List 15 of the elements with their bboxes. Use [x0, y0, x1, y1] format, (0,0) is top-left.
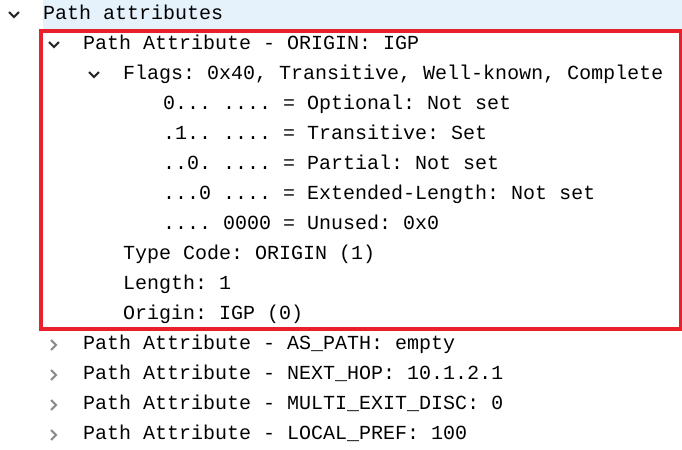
tree-item[interactable]: Path Attribute - NEXT_HOP: 10.1.2.1: [83, 360, 682, 390]
tree-item[interactable]: .1.. .... = Transitive: Set: [163, 120, 682, 150]
tree-item[interactable]: Type Code: ORIGIN (1): [123, 240, 682, 270]
tree-item[interactable]: Length: 1: [123, 270, 682, 300]
tree-item[interactable]: Path Attribute - ORIGIN: IGP: [83, 30, 682, 60]
tree-item[interactable]: ...0 .... = Extended-Length: Not set: [163, 180, 682, 210]
tree-item[interactable]: Path Attribute - MULTI_EXIT_DISC: 0: [83, 390, 682, 420]
tree-item[interactable]: Origin: IGP (0): [123, 300, 682, 330]
tree-item[interactable]: .... 0000 = Unused: 0x0: [163, 210, 682, 240]
tree-item[interactable]: Flags: 0x40, Transitive, Well-known, Complete: [123, 60, 682, 90]
tree-item[interactable]: Path attributes: [43, 0, 682, 30]
tree-item[interactable]: Path Attribute - LOCAL_PREF: 100: [83, 420, 682, 450]
tree-item[interactable]: ..0. .... = Partial: Not set: [163, 150, 682, 180]
tree-item[interactable]: Path Attribute - AS_PATH: empty: [83, 330, 682, 360]
tree-item[interactable]: 0... .... = Optional: Not set: [163, 90, 682, 120]
